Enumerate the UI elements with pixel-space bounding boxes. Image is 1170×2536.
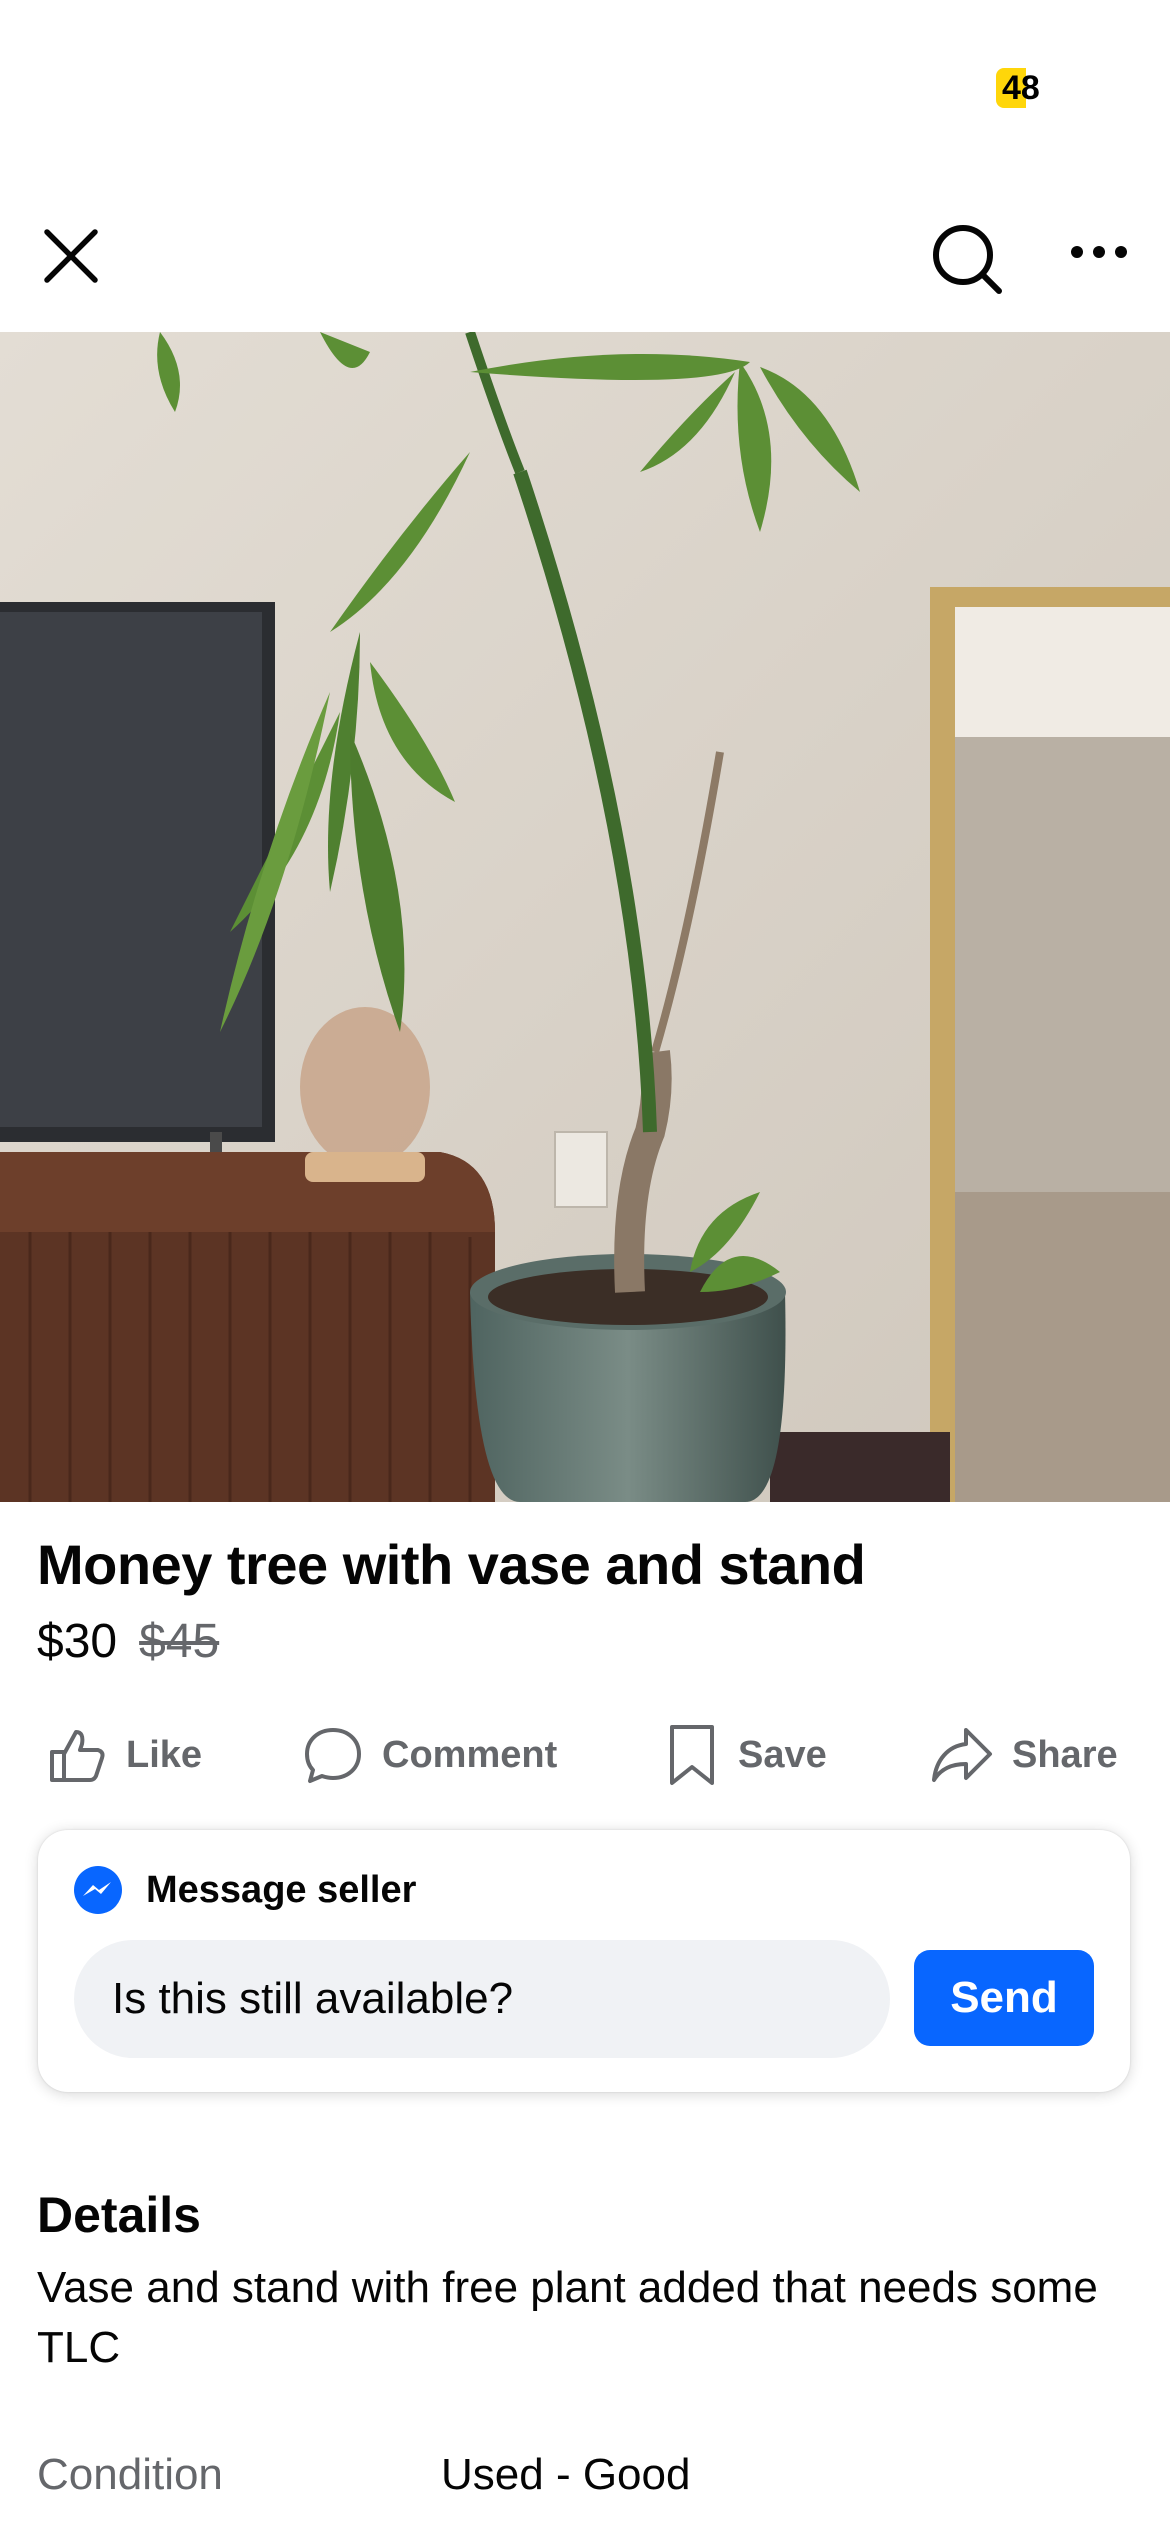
message-seller-header: Message seller	[72, 1864, 416, 1916]
condition-label: Condition	[37, 2450, 223, 2499]
like-label: Like	[126, 1733, 203, 1776]
price-row: $30 $45	[37, 1612, 219, 1672]
close-icon	[44, 229, 98, 283]
condition-value: Used - Good	[441, 2450, 691, 2499]
search-button[interactable]	[920, 215, 1016, 305]
message-seller-card: Message seller Send	[38, 1830, 1130, 2092]
share-button[interactable]: Share	[930, 1710, 1118, 1800]
plant-photo-illustration	[0, 332, 1170, 1502]
message-seller-label: Message seller	[146, 1868, 417, 1911]
thumbs-up-icon	[50, 1730, 105, 1782]
save-label: Save	[738, 1733, 827, 1776]
top-bar	[0, 200, 1170, 330]
bookmark-icon	[670, 1725, 714, 1785]
comment-icon	[305, 1728, 361, 1783]
action-bar: Like Comment Save Share	[0, 1710, 1170, 1800]
battery-indicator: 48	[996, 68, 1058, 108]
details-heading: Details	[37, 2187, 201, 2243]
listing-title: Money tree with vase and stand	[37, 1533, 866, 1596]
send-button[interactable]: Send	[914, 1950, 1094, 2046]
share-label: Share	[1012, 1733, 1118, 1776]
original-price: $45	[139, 1615, 220, 1668]
messenger-icon	[74, 1866, 122, 1914]
save-button[interactable]: Save	[664, 1710, 827, 1800]
listing-photo[interactable]	[0, 332, 1170, 1502]
comment-button[interactable]: Comment	[302, 1710, 557, 1800]
share-icon	[932, 1728, 992, 1782]
status-bar: 48	[0, 0, 1170, 170]
like-button[interactable]: Like	[46, 1710, 202, 1800]
message-input[interactable]	[74, 1940, 890, 2058]
listing-price: $30	[37, 1615, 118, 1668]
search-icon	[933, 225, 1002, 294]
more-dots-icon	[1071, 246, 1127, 258]
close-button[interactable]	[30, 215, 112, 297]
more-options-button[interactable]	[1062, 215, 1136, 289]
details-description: Vase and stand with free plant added tha…	[37, 2263, 1098, 2372]
comment-label: Comment	[382, 1733, 558, 1776]
